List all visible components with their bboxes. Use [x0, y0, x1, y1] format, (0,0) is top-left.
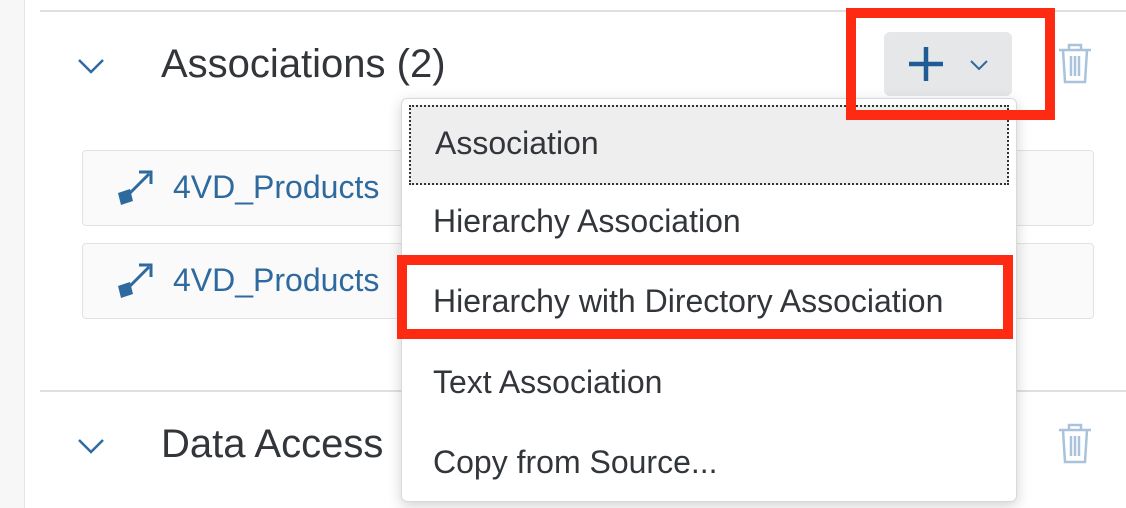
association-name[interactable]: 4VD_Products [173, 169, 379, 206]
chevron-down-icon[interactable] [73, 428, 109, 464]
trash-icon[interactable] [1055, 420, 1095, 466]
association-link-icon [118, 263, 153, 298]
menu-item-association[interactable]: Association [409, 105, 1009, 185]
data-access-title: Data Access [161, 422, 384, 466]
chevron-down-icon [970, 60, 988, 71]
associations-title: Associations (2) [161, 42, 446, 86]
left-border [0, 0, 25, 508]
association-link-icon [118, 170, 153, 205]
chevron-down-icon[interactable] [73, 48, 109, 84]
menu-item-copy-from-source[interactable]: Copy from Source... [402, 422, 1016, 501]
association-name[interactable]: 4VD_Products [173, 262, 379, 299]
trash-icon[interactable] [1055, 40, 1095, 86]
add-menu-button[interactable] [884, 32, 1012, 96]
add-dropdown-menu: Association Hierarchy Association Hierar… [401, 98, 1017, 502]
menu-item-text-association[interactable]: Text Association [402, 342, 1016, 422]
menu-item-hierarchy-with-directory-association[interactable]: Hierarchy with Directory Association [402, 261, 1016, 341]
menu-item-hierarchy-association[interactable]: Hierarchy Association [402, 181, 1016, 261]
plus-icon [909, 47, 943, 81]
top-divider [40, 10, 1126, 12]
